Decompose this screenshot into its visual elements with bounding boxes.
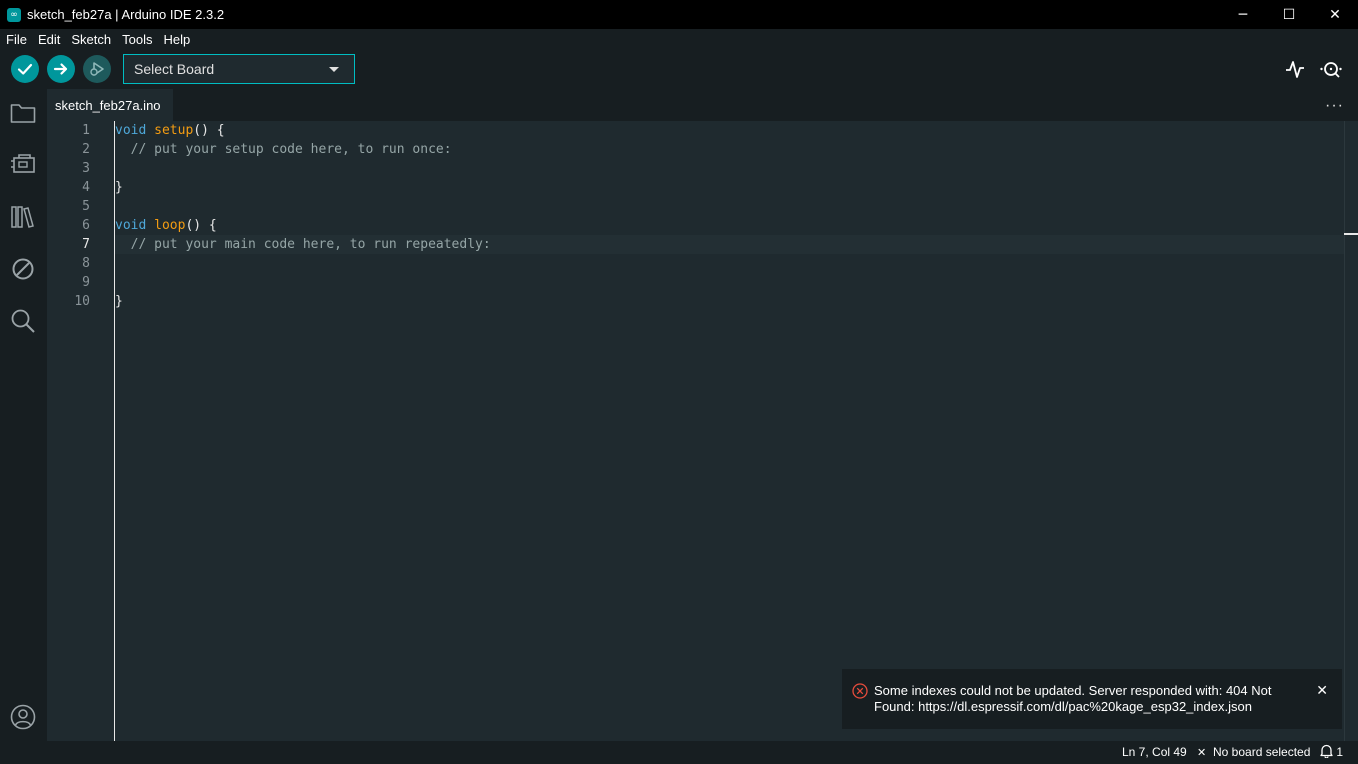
code-line-1[interactable]: void setup() {	[115, 121, 225, 140]
title-bar[interactable]: ∞ sketch_feb27a | Arduino IDE 2.3.2 ─ ☐ …	[0, 0, 1358, 29]
line-number: 1	[82, 123, 90, 138]
error-circle-icon	[852, 683, 868, 699]
close-icon: ✕	[1197, 746, 1207, 759]
cursor-position-marker	[1344, 233, 1358, 235]
function-token: setup	[154, 123, 194, 138]
code-line-7[interactable]: // put your main code here, to run repea…	[115, 235, 491, 254]
line-number: 10	[74, 294, 90, 309]
close-button[interactable]: ✕	[1312, 0, 1358, 29]
menu-sketch[interactable]: Sketch	[66, 32, 116, 47]
menu-bar: File Edit Sketch Tools Help	[0, 29, 1358, 49]
keyword-token: void	[115, 218, 147, 233]
serial-monitor-button[interactable]	[1319, 57, 1343, 81]
board-manager-icon	[11, 154, 35, 173]
sketchbook-button[interactable]	[10, 100, 36, 126]
minimize-button[interactable]: ─	[1220, 0, 1266, 29]
debug-button[interactable]	[83, 55, 111, 83]
line-number-active: 7	[82, 237, 90, 252]
board-selector-label: Select Board	[134, 61, 215, 77]
chevron-down-icon	[329, 67, 339, 72]
arrow-right-icon	[53, 63, 68, 75]
menu-help[interactable]: Help	[158, 32, 195, 47]
search-icon	[11, 309, 35, 333]
debug-disabled-icon	[12, 258, 34, 280]
account-icon	[10, 704, 36, 730]
window-controls: ─ ☐ ✕	[1220, 0, 1358, 29]
comment-token: // put your setup code here, to run once…	[115, 142, 452, 157]
line-number: 6	[82, 218, 90, 233]
editor-tab-bar: sketch_feb27a.ino ···	[47, 89, 1358, 121]
status-bar: Ln 7, Col 49 ✕ No board selected 1	[0, 741, 1358, 764]
line-number: 3	[82, 161, 90, 176]
line-number: 4	[82, 180, 90, 195]
line-number: 9	[82, 275, 90, 290]
code-token: }	[115, 180, 123, 195]
library-manager-icon	[11, 206, 34, 228]
bell-icon	[1320, 744, 1333, 759]
boards-manager-button[interactable]	[10, 151, 36, 177]
window-title: sketch_feb27a | Arduino IDE 2.3.2	[27, 7, 225, 22]
debug-panel-button[interactable]	[10, 256, 36, 282]
line-number-gutter: 1 2 3 4 5 6 7 8 9 10	[47, 121, 114, 741]
check-icon	[17, 63, 33, 75]
menu-tools[interactable]: Tools	[117, 32, 157, 47]
keyword-token: void	[115, 123, 147, 138]
activity-sidebar	[0, 89, 47, 741]
verify-button[interactable]	[11, 55, 39, 83]
code-token: () {	[185, 218, 217, 233]
debug-icon	[90, 62, 104, 76]
error-notification: Some indexes could not be updated. Serve…	[842, 669, 1342, 729]
toolbar: Select Board	[0, 49, 1358, 89]
menu-edit[interactable]: Edit	[33, 32, 65, 47]
serial-plotter-button[interactable]	[1283, 57, 1307, 81]
upload-button[interactable]	[47, 55, 75, 83]
arduino-ide-window: ∞ sketch_feb27a | Arduino IDE 2.3.2 ─ ☐ …	[0, 0, 1358, 764]
code-line-6[interactable]: void loop() {	[115, 216, 217, 235]
code-token: }	[115, 294, 123, 309]
notification-close-button[interactable]: ✕	[1316, 683, 1328, 699]
serial-monitor-icon	[1320, 62, 1342, 78]
tab-sketch-file[interactable]: sketch_feb27a.ino	[47, 89, 173, 121]
gutter-divider	[114, 121, 115, 741]
code-line-9[interactable]: }	[115, 292, 123, 311]
tab-label: sketch_feb27a.ino	[55, 97, 161, 113]
code-line-4[interactable]: }	[115, 178, 123, 197]
more-options-icon[interactable]: ···	[1325, 97, 1344, 115]
comment-token: // put your main code here, to run repea…	[115, 237, 491, 252]
notifications-bell-button[interactable]: 1	[1320, 744, 1343, 759]
notification-message: Some indexes could not be updated. Serve…	[874, 683, 1272, 714]
maximize-button[interactable]: ☐	[1266, 0, 1312, 29]
board-status[interactable]: No board selected	[1213, 745, 1310, 759]
search-button[interactable]	[10, 308, 36, 334]
editor-scrollbar[interactable]	[1344, 121, 1358, 741]
notification-count: 1	[1336, 745, 1344, 759]
function-token: loop	[154, 218, 186, 233]
code-token: () {	[193, 123, 225, 138]
cursor-position-status[interactable]: Ln 7, Col 49	[1122, 745, 1187, 759]
code-line-2[interactable]: // put your setup code here, to run once…	[115, 140, 452, 159]
line-number: 2	[82, 142, 90, 157]
arduino-logo-icon: ∞	[7, 7, 21, 22]
serial-plotter-icon	[1286, 61, 1304, 78]
code-editor[interactable]: 1 2 3 4 5 6 7 8 9 10 void setup() { // p…	[47, 121, 1358, 741]
line-number: 5	[82, 199, 90, 214]
library-manager-button[interactable]	[10, 204, 36, 230]
folder-icon	[10, 104, 36, 123]
board-selector-dropdown[interactable]: Select Board	[123, 54, 355, 84]
account-button[interactable]	[10, 704, 36, 730]
menu-file[interactable]: File	[1, 32, 32, 47]
line-number: 8	[82, 256, 90, 271]
